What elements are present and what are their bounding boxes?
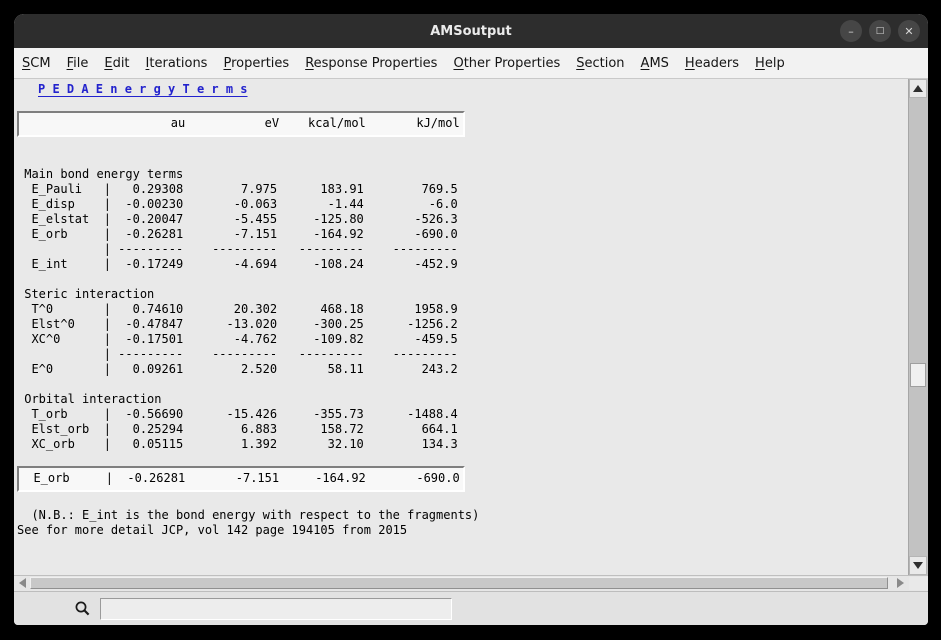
scroll-right-button[interactable]	[892, 576, 908, 590]
menu-item-scm[interactable]: SCM	[22, 56, 51, 71]
units-header-box: au eV kcal/mol kJ/mol	[17, 111, 465, 137]
menu-item-iterations[interactable]: Iterations	[146, 56, 208, 71]
close-button[interactable]: ✕	[898, 20, 920, 42]
amsoutput-window: AMSoutput – □ ✕ SCM File Edit Iterations Pro…	[14, 14, 928, 625]
close-icon: ✕	[904, 26, 913, 37]
vertical-scrollbar-thumb[interactable]	[910, 363, 926, 387]
maximize-button[interactable]: □	[869, 20, 891, 42]
content-row: P E D A E n e r g y T e r m s au eV kcal…	[14, 79, 928, 575]
horizontal-scrollbar[interactable]	[14, 575, 928, 591]
units-header-line: au eV kcal/mol kJ/mol	[19, 116, 463, 131]
peda-section-link[interactable]: P E D A E n e r g y T e r m s	[17, 82, 908, 97]
menu-item-help[interactable]: Help	[755, 56, 785, 71]
footnotes-text: (N.B.: E_int is the bond energy with res…	[17, 508, 908, 538]
menu-item-properties[interactable]: Properties	[223, 56, 289, 71]
search-icon	[74, 600, 91, 617]
scrollbar-corner	[909, 577, 928, 590]
maximize-icon: □	[876, 27, 885, 36]
energy-terms-text: Main bond energy terms E_Pauli | 0.29308…	[17, 137, 908, 452]
eorb-summary-line: E_orb | -0.26281 -7.151 -164.92 -690.0	[19, 471, 463, 486]
window-controls: – □ ✕	[840, 14, 920, 48]
menu-item-response-properties[interactable]: Response Properties	[305, 56, 437, 71]
scroll-up-button[interactable]	[909, 79, 927, 98]
menu-item-other-properties[interactable]: Other Properties	[453, 56, 560, 71]
horizontal-scrollbar-thumb[interactable]	[30, 577, 888, 589]
menu-item-ams[interactable]: AMS	[641, 56, 669, 71]
window-title: AMSoutput	[430, 24, 512, 39]
menubar: SCM File Edit Iterations Properties Response …	[14, 48, 928, 79]
minimize-button[interactable]: –	[840, 20, 862, 42]
menu-item-headers[interactable]: Headers	[685, 56, 739, 71]
triangle-down-icon	[913, 562, 923, 569]
menu-item-file[interactable]: File	[67, 56, 89, 71]
eorb-summary-box: E_orb | -0.26281 -7.151 -164.92 -690.0	[17, 466, 465, 492]
vertical-scrollbar[interactable]	[908, 79, 928, 575]
output-text-area: P E D A E n e r g y T e r m s au eV kcal…	[14, 79, 908, 575]
scroll-down-button[interactable]	[909, 556, 927, 575]
search-input[interactable]	[100, 598, 452, 620]
menu-item-edit[interactable]: Edit	[104, 56, 129, 71]
triangle-left-icon	[19, 578, 26, 588]
minimize-icon: –	[848, 26, 854, 37]
scroll-left-button[interactable]	[14, 576, 30, 590]
menu-item-section[interactable]: Section	[576, 56, 624, 71]
desktop-background: AMSoutput – □ ✕ SCM File Edit Iterations Pro…	[0, 0, 941, 640]
titlebar[interactable]: AMSoutput – □ ✕	[14, 14, 928, 48]
triangle-right-icon	[897, 578, 904, 588]
triangle-up-icon	[913, 85, 923, 92]
search-bar	[14, 591, 928, 625]
